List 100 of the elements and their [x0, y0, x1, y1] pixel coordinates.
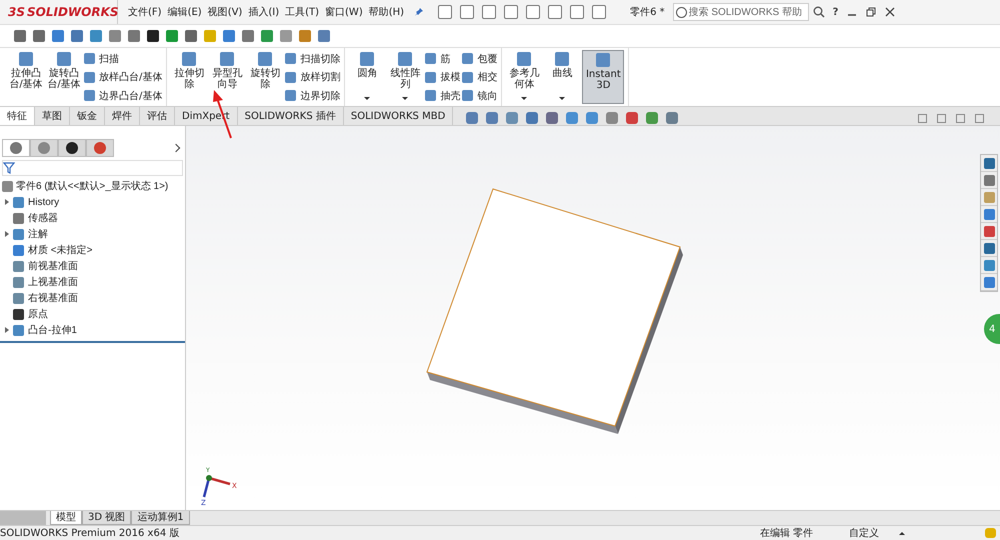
- view-tool-icon[interactable]: [506, 112, 518, 124]
- window-control-icon[interactable]: [918, 114, 927, 123]
- ribbon-button[interactable]: 边界切除: [285, 87, 340, 104]
- ribbon-button[interactable]: 拉伸切除: [171, 50, 208, 104]
- ribbon-button[interactable]: 筋: [425, 50, 460, 67]
- tree-item[interactable]: 原点: [28, 307, 48, 321]
- menu-item[interactable]: 窗口(W): [325, 5, 363, 19]
- command-tab[interactable]: 特征: [0, 107, 35, 125]
- ribbon-button[interactable]: 曲线: [544, 50, 580, 104]
- toolbar-icon[interactable]: [570, 5, 584, 19]
- ribbon-button[interactable]: 放样切割: [285, 68, 340, 86]
- ribbon-button[interactable]: 线性阵列: [387, 50, 424, 104]
- pin-icon[interactable]: [414, 7, 424, 17]
- toolbar-icon[interactable]: [242, 30, 254, 42]
- ribbon-button[interactable]: 旋转切除: [247, 50, 284, 104]
- ribbon-button[interactable]: 包覆: [462, 50, 498, 67]
- model-tab[interactable]: 模型: [50, 511, 82, 525]
- task-pane-icon[interactable]: [981, 274, 997, 291]
- panel-tab[interactable]: [58, 139, 86, 157]
- search-field[interactable]: 搜索 SOLIDWORKS 帮助: [672, 3, 809, 21]
- tree-item[interactable]: History: [28, 196, 60, 208]
- toolbar-icon[interactable]: [128, 30, 140, 42]
- view-tool-icon[interactable]: [666, 112, 678, 124]
- command-tab[interactable]: SOLIDWORKS 插件: [238, 107, 344, 125]
- command-tab[interactable]: 评估: [140, 107, 175, 125]
- menu-item[interactable]: 帮助(H): [368, 5, 404, 19]
- window-control-icon[interactable]: [937, 114, 946, 123]
- menu-item[interactable]: 文件(F): [128, 5, 162, 19]
- task-pane-icon[interactable]: [981, 223, 997, 240]
- ribbon-button[interactable]: Instant3D: [582, 50, 624, 104]
- model-tab[interactable]: 运动算例1: [131, 511, 190, 525]
- expand-arrow-icon[interactable]: [5, 327, 9, 333]
- ribbon-button[interactable]: 圆角: [349, 50, 386, 104]
- view-tool-icon[interactable]: [566, 112, 578, 124]
- ribbon-button[interactable]: 扫描切除: [285, 50, 340, 67]
- ribbon-button[interactable]: 参考几何体: [506, 50, 542, 104]
- tree-item[interactable]: 材质 <未指定>: [28, 243, 92, 257]
- command-tab[interactable]: 钣金: [70, 107, 105, 125]
- task-pane-icon[interactable]: [981, 189, 997, 206]
- toolbar-icon[interactable]: [71, 30, 83, 42]
- ribbon-button[interactable]: 旋转凸台/基体: [46, 50, 82, 104]
- caret-icon[interactable]: [521, 97, 528, 100]
- expand-arrow-icon[interactable]: [5, 199, 9, 205]
- ribbon-button[interactable]: 拉伸凸台/基体: [8, 50, 44, 104]
- tree-item[interactable]: 前视基准面: [28, 259, 78, 273]
- toolbar-icon[interactable]: [33, 30, 45, 42]
- menu-item[interactable]: 视图(V): [208, 5, 242, 19]
- ribbon-button[interactable]: 镜向: [462, 87, 498, 104]
- caret-icon[interactable]: [899, 532, 905, 534]
- ribbon-button[interactable]: 扫描: [84, 50, 162, 67]
- toolbar-icon[interactable]: [592, 5, 606, 19]
- task-pane-icon[interactable]: [981, 257, 997, 274]
- tree-item[interactable]: 零件6 (默认<<默认>_显示状态 1>): [16, 179, 168, 193]
- filter-field[interactable]: [2, 160, 183, 176]
- task-pane-icon[interactable]: [981, 240, 997, 257]
- view-tool-icon[interactable]: [526, 112, 538, 124]
- help-button[interactable]: ?: [832, 6, 838, 18]
- command-tab[interactable]: 草图: [35, 107, 70, 125]
- task-pane-icon[interactable]: [981, 155, 997, 172]
- tree-item[interactable]: 注解: [28, 227, 48, 241]
- ribbon-button[interactable]: 抽壳: [425, 87, 460, 104]
- view-tool-icon[interactable]: [486, 112, 498, 124]
- search-icon[interactable]: [812, 6, 825, 18]
- units-selector[interactable]: 自定义: [849, 526, 879, 540]
- ribbon-button[interactable]: 边界凸台/基体: [84, 87, 162, 104]
- expand-arrow-icon[interactable]: [5, 231, 9, 237]
- view-tool-icon[interactable]: [626, 112, 638, 124]
- command-tab[interactable]: SOLIDWORKS MBD: [344, 107, 454, 125]
- toolbar-icon[interactable]: [548, 5, 562, 19]
- ribbon-button[interactable]: 相交: [462, 68, 498, 86]
- caret-icon[interactable]: [402, 97, 408, 100]
- menu-item[interactable]: 插入(I): [248, 5, 280, 19]
- tree-item[interactable]: 右视基准面: [28, 291, 78, 305]
- restore-icon[interactable]: [866, 7, 876, 17]
- view-tool-icon[interactable]: [586, 112, 598, 124]
- rebuild-icon[interactable]: [985, 528, 996, 538]
- view-tool-icon[interactable]: [606, 112, 618, 124]
- toolbar-icon[interactable]: [147, 30, 159, 42]
- tree-item[interactable]: 传感器: [28, 211, 58, 225]
- view-tool-icon[interactable]: [466, 112, 478, 124]
- task-pane-icon[interactable]: [981, 172, 997, 189]
- ribbon-button[interactable]: 拔模: [425, 68, 460, 86]
- caret-icon[interactable]: [364, 97, 370, 100]
- window-control-icon[interactable]: [956, 114, 965, 123]
- toolbar-icon[interactable]: [482, 5, 496, 19]
- ribbon-button[interactable]: 放样凸台/基体: [84, 68, 162, 86]
- view-tool-icon[interactable]: [646, 112, 658, 124]
- menu-item[interactable]: 工具(T): [285, 5, 320, 19]
- view-tool-icon[interactable]: [546, 112, 558, 124]
- caret-icon[interactable]: [559, 97, 566, 100]
- close-icon[interactable]: [885, 7, 896, 17]
- tree-item[interactable]: 上视基准面: [28, 275, 78, 289]
- command-tab[interactable]: 焊件: [105, 107, 140, 125]
- tree-item[interactable]: 凸台-拉伸1: [28, 323, 77, 337]
- toolbar-icon[interactable]: [526, 5, 540, 19]
- toolbar-icon[interactable]: [504, 5, 518, 19]
- task-pane-icon[interactable]: [981, 206, 997, 223]
- toolbar-icon[interactable]: [185, 30, 197, 42]
- ribbon-button[interactable]: 异型孔向导: [209, 50, 246, 104]
- menu-item[interactable]: 编辑(E): [168, 5, 202, 19]
